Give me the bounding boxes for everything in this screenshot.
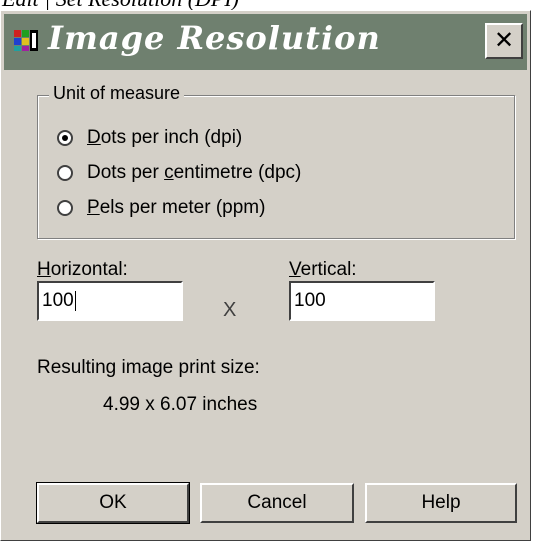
vertical-input[interactable]: 100 <box>289 281 435 321</box>
ok-button[interactable]: OK <box>36 482 190 524</box>
radio-dpi-label: Dots per inch (dpi) <box>87 127 243 148</box>
radio-dpc[interactable]: Dots per centimetre (dpc) <box>57 161 301 185</box>
radio-dpi[interactable]: Dots per inch (dpi) <box>57 126 242 150</box>
radio-ppm-indicator[interactable] <box>57 200 73 216</box>
text-cursor <box>74 290 76 311</box>
page-caption: Edit | Set Resolution (DPI) <box>0 0 533 10</box>
radio-dpi-indicator[interactable] <box>57 130 73 146</box>
print-size-value: 4.99 x 6.07 inches <box>103 394 258 415</box>
title-bar[interactable]: Image Resolution ✕ <box>4 14 527 70</box>
horizontal-label: Horizontal: <box>37 259 128 280</box>
radio-dpc-indicator[interactable] <box>57 165 73 181</box>
help-button[interactable]: Help <box>365 483 517 523</box>
radio-dpc-label: Dots per centimetre (dpc) <box>87 162 302 183</box>
caption-text: Edit | Set Resolution (DPI) <box>2 0 239 10</box>
radio-ppm-label: Pels per meter (ppm) <box>87 197 266 218</box>
vertical-label: Vertical: <box>289 259 357 280</box>
image-resolution-icon <box>14 30 38 51</box>
radio-ppm[interactable]: Pels per meter (ppm) <box>57 196 265 220</box>
print-size-label: Resulting image print size: <box>37 357 260 378</box>
dialog-title: Image Resolution <box>48 19 381 57</box>
unit-group-legend: Unit of measure <box>49 83 185 104</box>
image-resolution-dialog: Image Resolution ✕ Unit of measure Dots … <box>0 10 531 541</box>
cancel-button[interactable]: Cancel <box>200 483 354 523</box>
times-symbol: X <box>223 299 237 321</box>
close-button[interactable]: ✕ <box>485 23 523 59</box>
horizontal-input[interactable]: 100 <box>37 281 183 321</box>
